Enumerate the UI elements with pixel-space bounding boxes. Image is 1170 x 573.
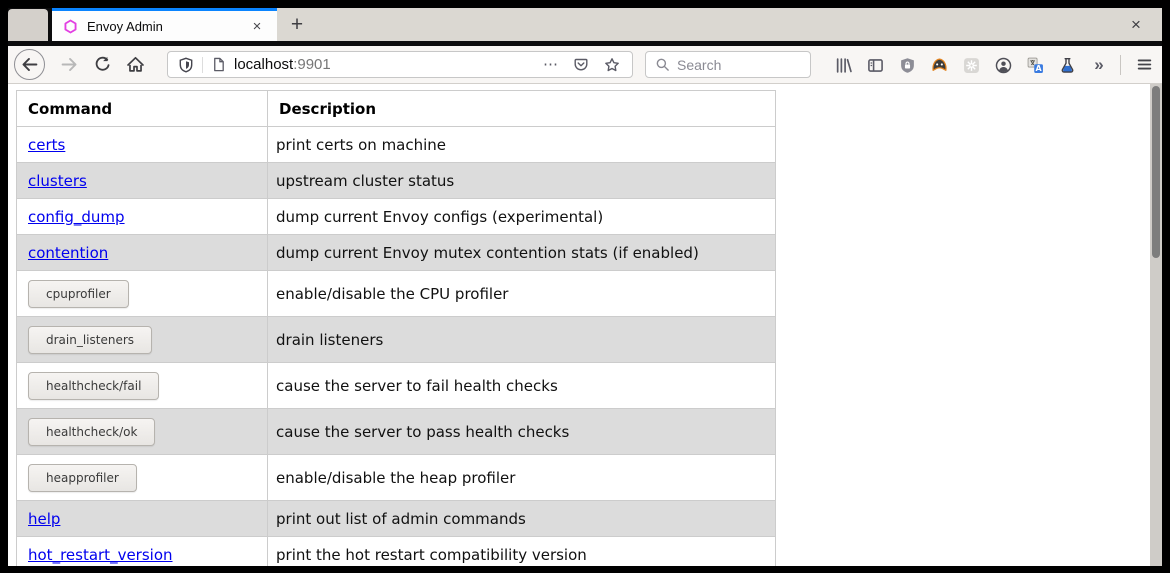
back-button[interactable] (14, 49, 45, 80)
tab-title: Envoy Admin (87, 19, 246, 34)
command-button[interactable]: heapprofiler (28, 464, 137, 492)
command-cell: hot_restart_version (17, 537, 268, 567)
svg-text:A: A (1035, 64, 1042, 73)
page-content: Command Description certs print certs on … (8, 84, 1162, 566)
url-text: localhost:9901 (234, 56, 331, 73)
new-tab-button[interactable]: + (284, 12, 310, 38)
description-cell: cause the server to fail health checks (268, 363, 776, 409)
page-actions-icon[interactable]: ⋯ (543, 57, 558, 72)
privacy-badger-icon[interactable] (927, 53, 951, 77)
toolbar-overflow-icon[interactable]: » (1087, 53, 1111, 77)
description-cell: print out list of admin commands (268, 501, 776, 537)
search-input[interactable] (677, 57, 810, 73)
command-cell: certs (17, 127, 268, 163)
description-cell: drain listeners (268, 317, 776, 363)
command-link[interactable]: contention (28, 244, 108, 262)
page-identity-icon[interactable] (211, 57, 226, 72)
account-icon[interactable] (991, 53, 1015, 77)
shield-lock-extension-icon[interactable] (895, 53, 919, 77)
command-link[interactable]: certs (28, 136, 65, 154)
toolbar-separator (1120, 55, 1121, 75)
description-cell: dump current Envoy configs (experimental… (268, 199, 776, 235)
command-button[interactable]: healthcheck/fail (28, 372, 159, 400)
url-host: localhost (234, 56, 293, 73)
command-button[interactable]: healthcheck/ok (28, 418, 155, 446)
urlbar-separator (202, 57, 203, 73)
tab-bar: Envoy Admin × + × (8, 8, 1162, 41)
tabbar-left-frame (8, 8, 52, 41)
tab-envoy-admin[interactable]: Envoy Admin × (52, 8, 277, 41)
scrollbar-thumb[interactable] (1152, 86, 1160, 258)
sidebar-icon[interactable] (863, 53, 887, 77)
command-cell: config_dump (17, 199, 268, 235)
table-row: contention dump current Envoy mutex conte… (17, 235, 776, 271)
disabled-extension-icon[interactable] (959, 53, 983, 77)
description-cell: cause the server to pass health checks (268, 409, 776, 455)
translate-extension-icon[interactable]: A (1023, 53, 1047, 77)
forward-button[interactable] (53, 49, 85, 80)
command-cell: contention (17, 235, 268, 271)
table-row: certs print certs on machine (17, 127, 776, 163)
command-cell: help (17, 501, 268, 537)
command-cell: healthcheck/ok (17, 409, 268, 455)
table-row: drain_listeners drain listeners (17, 317, 776, 363)
flask-extension-icon[interactable] (1055, 53, 1079, 77)
search-icon (655, 57, 670, 72)
command-cell: heapprofiler (17, 455, 268, 501)
table-body: certs print certs on machine clusters upstr… (17, 127, 776, 567)
table-row: hot_restart_version print the hot restart… (17, 537, 776, 567)
url-port: :9901 (293, 56, 331, 73)
tab-close-icon[interactable]: × (246, 15, 268, 37)
titlebar-spacer (8, 9, 48, 41)
command-cell: clusters (17, 163, 268, 199)
command-link[interactable]: hot_restart_version (28, 546, 173, 564)
table-row: cpuprofiler enable/disable the CPU profil… (17, 271, 776, 317)
reload-button[interactable] (86, 49, 118, 80)
table-row: clusters upstream cluster status (17, 163, 776, 199)
command-link[interactable]: help (28, 510, 60, 528)
table-row: help print out list of admin commands (17, 501, 776, 537)
bookmark-star-icon[interactable] (604, 57, 620, 73)
navigation-toolbar: localhost:9901 ⋯ (8, 46, 1162, 84)
description-cell: enable/disable the CPU profiler (268, 271, 776, 317)
table-row: healthcheck/ok cause the server to pass h… (17, 409, 776, 455)
admin-commands-table: Command Description certs print certs on … (16, 90, 776, 566)
home-button[interactable] (119, 49, 151, 80)
library-icon[interactable] (831, 53, 855, 77)
window-close-icon[interactable]: × (1122, 11, 1150, 39)
pocket-icon[interactable] (573, 57, 589, 73)
command-link[interactable]: config_dump (28, 208, 125, 226)
description-cell: print the hot restart compatibility vers… (268, 537, 776, 567)
search-box[interactable] (645, 51, 811, 78)
command-cell: drain_listeners (17, 317, 268, 363)
description-cell: print certs on machine (268, 127, 776, 163)
column-header-description: Description (268, 91, 776, 127)
hamburger-menu-icon[interactable] (1130, 49, 1158, 80)
command-button[interactable]: drain_listeners (28, 326, 152, 354)
table-row: config_dump dump current Envoy configs (e… (17, 199, 776, 235)
command-button[interactable]: cpuprofiler (28, 280, 129, 308)
table-row: healthcheck/fail cause the server to fail… (17, 363, 776, 409)
column-header-command: Command (17, 91, 268, 127)
command-cell: cpuprofiler (17, 271, 268, 317)
description-cell: upstream cluster status (268, 163, 776, 199)
table-row: heapprofiler enable/disable the heap prof… (17, 455, 776, 501)
command-cell: healthcheck/fail (17, 363, 268, 409)
tracking-protection-shield-icon[interactable] (178, 57, 194, 73)
description-cell: dump current Envoy mutex contention stat… (268, 235, 776, 271)
description-cell: enable/disable the heap profiler (268, 455, 776, 501)
url-bar[interactable]: localhost:9901 ⋯ (167, 51, 633, 78)
command-link[interactable]: clusters (28, 172, 87, 190)
scrollbar-track[interactable] (1150, 84, 1162, 566)
table-header-row: Command Description (17, 91, 776, 127)
envoy-favicon-icon (63, 19, 78, 34)
browser-window: Envoy Admin × + × localhost:9901 (8, 8, 1162, 566)
